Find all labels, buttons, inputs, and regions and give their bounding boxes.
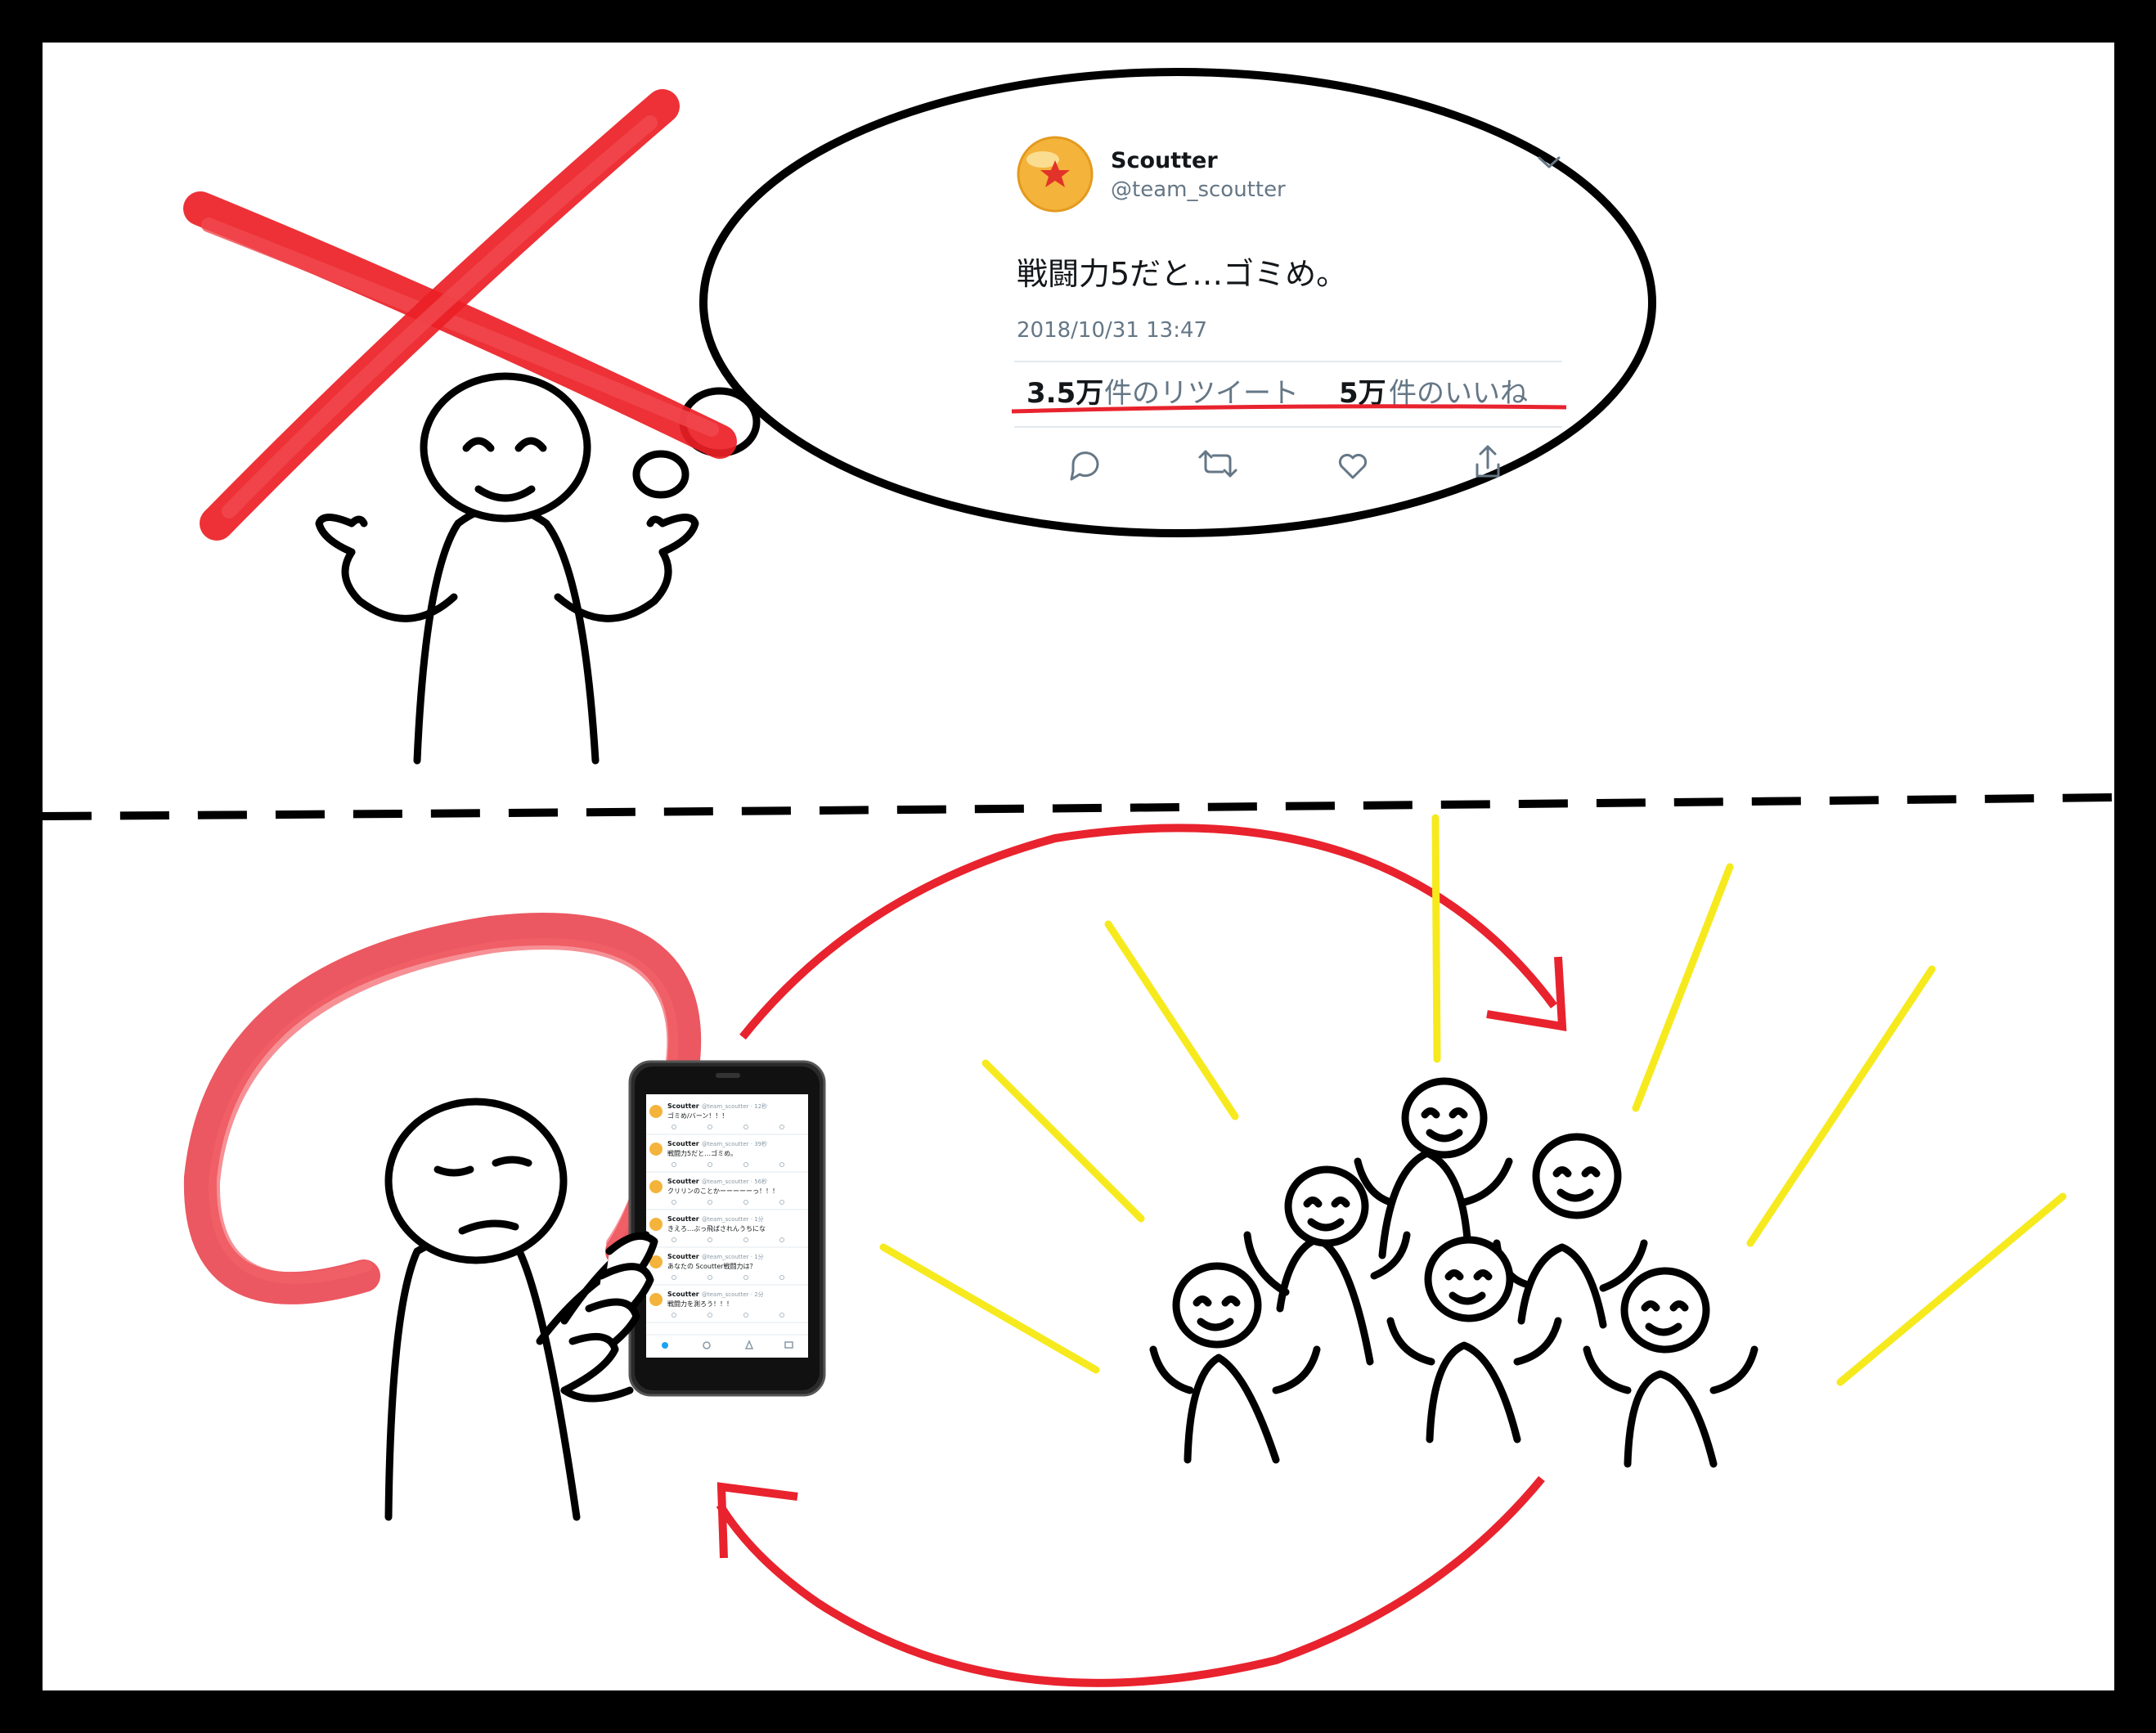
phone-tweet-author: Scoutter xyxy=(667,1215,699,1223)
phone-tweet-handle: @team_scoutter · 39秒 xyxy=(702,1140,767,1147)
phone-tweet-author: Scoutter xyxy=(667,1253,699,1260)
avatar-icon xyxy=(649,1180,663,1193)
avatar-icon xyxy=(649,1218,663,1231)
phone-tweet-handle: @team_scoutter · 12秒 xyxy=(702,1102,767,1110)
phone-tweet-text: 戦闘力5だと…ゴミめ。 xyxy=(667,1149,737,1157)
phone-tweet-handle: @team_scoutter · 1分 xyxy=(702,1215,764,1223)
phone-tweet-text: きえろ…ぶっ飛ばされんうちにな xyxy=(667,1225,766,1232)
tweet-author-name: Scoutter xyxy=(1111,148,1218,173)
retweet-count: 3.5万 xyxy=(1026,377,1103,410)
phone-tweet-author: Scoutter xyxy=(667,1140,699,1147)
thought-bubble xyxy=(699,68,1656,537)
phone-tweet-author: Scoutter xyxy=(667,1102,699,1110)
phone-tweet-author: Scoutter xyxy=(667,1178,699,1185)
tweet-text: 戦闘力5だと…ゴミめ。 xyxy=(1017,256,1347,292)
home-icon[interactable] xyxy=(662,1342,668,1349)
phone-tweet-text: あなたの Scoutter戦闘力は？ xyxy=(667,1262,756,1270)
thought-dot-small xyxy=(632,450,689,499)
phone-tweet-text: クリリンのことかーーーーーっ！！！ xyxy=(667,1188,779,1195)
phone-speaker xyxy=(716,1073,740,1078)
phone-tweet-handle: @team_scoutter · 56秒 xyxy=(702,1178,767,1185)
phone-tweet-text: ゴミめ/バーン！！！ xyxy=(667,1111,728,1120)
tweet-author-handle: @team_scoutter xyxy=(1111,177,1286,202)
phone-tweet-author: Scoutter xyxy=(667,1291,699,1298)
dragon-ball-star-icon xyxy=(1017,136,1094,213)
phone-tweet-handle: @team_scoutter · 2分 xyxy=(702,1291,764,1298)
tweet-timestamp: 2018/10/31 13:47 xyxy=(1017,318,1207,343)
phone-tweet-text: 戦闘力を測ろう！！！ xyxy=(667,1300,733,1308)
avatar-icon xyxy=(649,1293,663,1306)
smartphone: Scoutter @team_scoutter · 12秒ゴミめ/バーン！！！Sc… xyxy=(628,1060,826,1397)
avatar-icon xyxy=(649,1143,663,1156)
phone-tweet-handle: @team_scoutter · 1分 xyxy=(702,1253,764,1260)
comic-panel: Scoutter @team_scoutter 戦闘力5だと…ゴミめ。 2018… xyxy=(0,0,2156,1733)
avatar-icon xyxy=(649,1105,663,1118)
